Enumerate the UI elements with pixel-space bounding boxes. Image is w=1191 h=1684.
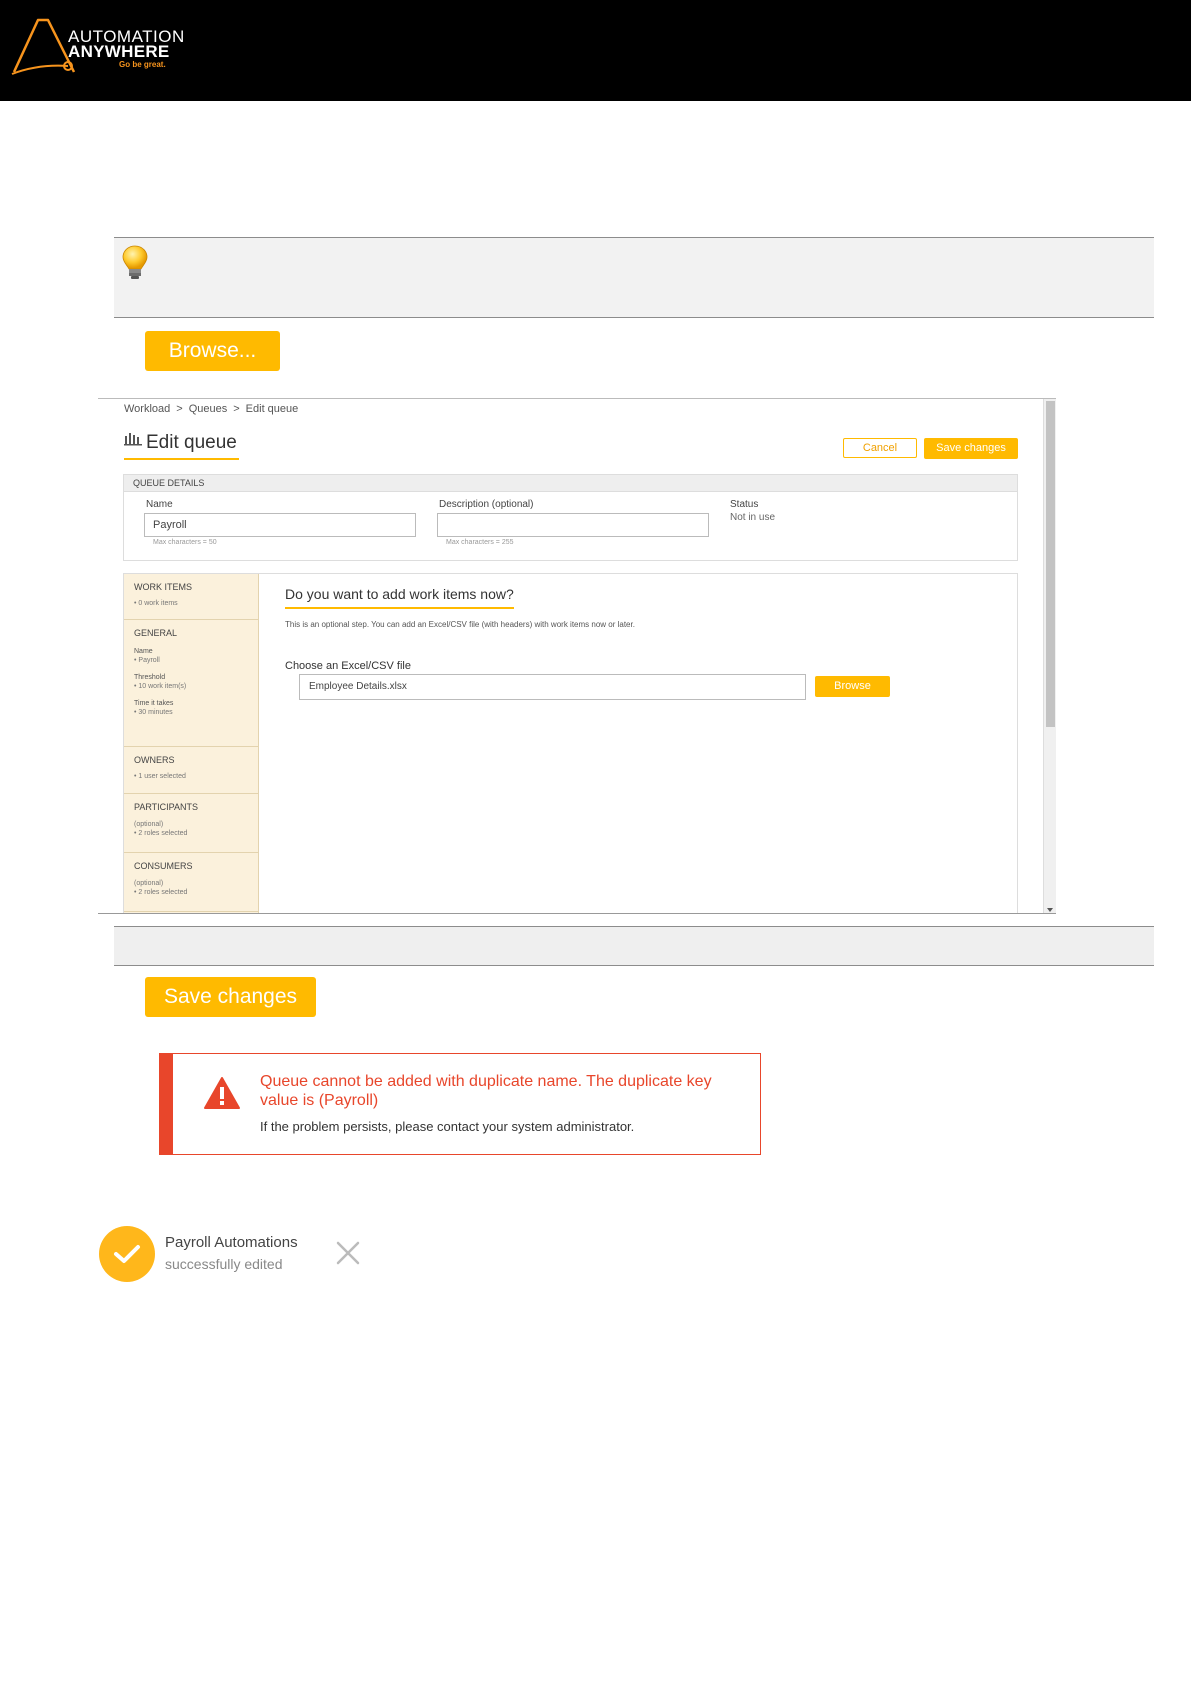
scroll-thumb[interactable] bbox=[1046, 401, 1055, 727]
nav-key: Time it takes bbox=[134, 700, 174, 707]
scroll-down-arrow-icon[interactable] bbox=[1047, 908, 1053, 912]
breadcrumb-separator: > bbox=[176, 403, 183, 415]
queue-details-heading: QUEUE DETAILS bbox=[124, 475, 1017, 492]
browse-button-large[interactable]: Browse... bbox=[145, 331, 280, 371]
breadcrumb-edit-queue: Edit queue bbox=[245, 403, 299, 415]
alert-message: If the problem persists, please contact … bbox=[260, 1119, 635, 1134]
edit-queue-screenshot: Workload > Queues > Edit queue Edit queue Ca… bbox=[98, 398, 1056, 914]
nav-sub: • 10 work item(s) bbox=[134, 683, 187, 690]
nav-key: Name bbox=[134, 648, 153, 655]
page-header: AUTOMATION ANYWHERE Go be great. bbox=[0, 0, 1191, 101]
title-wrap: Edit queue bbox=[124, 432, 239, 460]
breadcrumb-workload[interactable]: Workload bbox=[124, 403, 170, 415]
description-input[interactable] bbox=[437, 513, 709, 537]
tip-box bbox=[114, 237, 1154, 318]
nav-sub: (optional) bbox=[134, 880, 164, 887]
success-badge bbox=[99, 1226, 155, 1282]
status-value: Not in use bbox=[730, 512, 776, 523]
page-title: Edit queue bbox=[146, 432, 237, 453]
nav-sub: • 2 roles selected bbox=[134, 889, 188, 896]
breadcrumb-separator: > bbox=[233, 403, 240, 415]
queue-details-panel: QUEUE DETAILS Name Payroll Max character… bbox=[123, 474, 1018, 561]
alert-title: Queue cannot be added with duplicate nam… bbox=[260, 1073, 712, 1109]
nav-section-owners[interactable]: OWNERS • 1 user selected bbox=[124, 747, 258, 794]
nav-section-work-items[interactable]: WORK ITEMS • 0 work items bbox=[124, 574, 258, 620]
cancel-button[interactable]: Cancel bbox=[843, 438, 917, 458]
success-toast: Payroll Automations successfully edited bbox=[99, 1226, 371, 1282]
work-items-question-wrap: Do you want to add work items now? bbox=[285, 586, 514, 609]
save-changes-button[interactable]: Save changes bbox=[924, 438, 1018, 459]
nav-sub: • 1 user selected bbox=[134, 773, 186, 780]
nav-sub: (optional) bbox=[134, 821, 164, 828]
warning-icon bbox=[204, 1077, 240, 1109]
note-band bbox=[114, 926, 1154, 966]
browse-button[interactable]: Browse bbox=[815, 676, 890, 697]
save-changes-button-large[interactable]: Save changes bbox=[145, 977, 316, 1017]
file-input[interactable]: Employee Details.xlsx bbox=[299, 674, 806, 700]
logo-tagline: Go be great. bbox=[119, 60, 166, 69]
automation-anywhere-logo-icon bbox=[11, 18, 76, 75]
description-label: Description (optional) bbox=[439, 499, 534, 510]
queue-body-panel: WORK ITEMS • 0 work items GENERAL Name •… bbox=[123, 573, 1018, 913]
nav-key: Threshold bbox=[134, 674, 166, 681]
nav-title: PARTICIPANTS bbox=[134, 802, 199, 812]
work-items-description: This is an optional step. You can add an… bbox=[285, 620, 635, 629]
file-label: Choose an Excel/CSV file bbox=[285, 660, 411, 672]
close-icon[interactable] bbox=[335, 1240, 361, 1266]
description-hint: Max characters = 255 bbox=[446, 539, 514, 546]
nav-title: CONSUMERS bbox=[134, 861, 193, 871]
vertical-scrollbar[interactable] bbox=[1043, 399, 1056, 913]
nav-title: WORK ITEMS bbox=[134, 582, 192, 592]
side-nav: WORK ITEMS • 0 work items GENERAL Name •… bbox=[124, 574, 259, 913]
nav-sub: • 2 roles selected bbox=[134, 830, 188, 837]
status-label: Status bbox=[730, 499, 759, 510]
breadcrumb: Workload > Queues > Edit queue bbox=[124, 403, 304, 415]
nav-sub: • 30 minutes bbox=[134, 709, 173, 716]
nav-sub: • 0 work items bbox=[134, 600, 178, 607]
lightbulb-icon bbox=[122, 245, 148, 279]
name-label: Name bbox=[146, 499, 173, 510]
nav-section-participants[interactable]: PARTICIPANTS (optional) • 2 roles select… bbox=[124, 794, 258, 853]
logo-line2: ANYWHERE bbox=[68, 42, 170, 61]
nav-title: GENERAL bbox=[134, 628, 178, 638]
nav-section-general[interactable]: GENERAL Name • Payroll Threshold • 10 wo… bbox=[124, 620, 258, 747]
error-alert: Queue cannot be added with duplicate nam… bbox=[159, 1053, 761, 1155]
toast-title: Payroll Automations bbox=[165, 1234, 298, 1251]
work-items-question: Do you want to add work items now? bbox=[285, 586, 514, 602]
nav-sub: • Payroll bbox=[134, 657, 160, 664]
toast-subtitle: successfully edited bbox=[165, 1256, 283, 1272]
nav-title: OWNERS bbox=[134, 755, 175, 765]
name-input[interactable]: Payroll bbox=[144, 513, 416, 537]
checkmark-icon bbox=[114, 1245, 140, 1263]
breadcrumb-queues[interactable]: Queues bbox=[189, 403, 228, 415]
name-hint: Max characters = 50 bbox=[153, 539, 217, 546]
nav-section-consumers[interactable]: CONSUMERS (optional) • 2 roles selected bbox=[124, 853, 258, 912]
queue-icon bbox=[124, 433, 142, 446]
